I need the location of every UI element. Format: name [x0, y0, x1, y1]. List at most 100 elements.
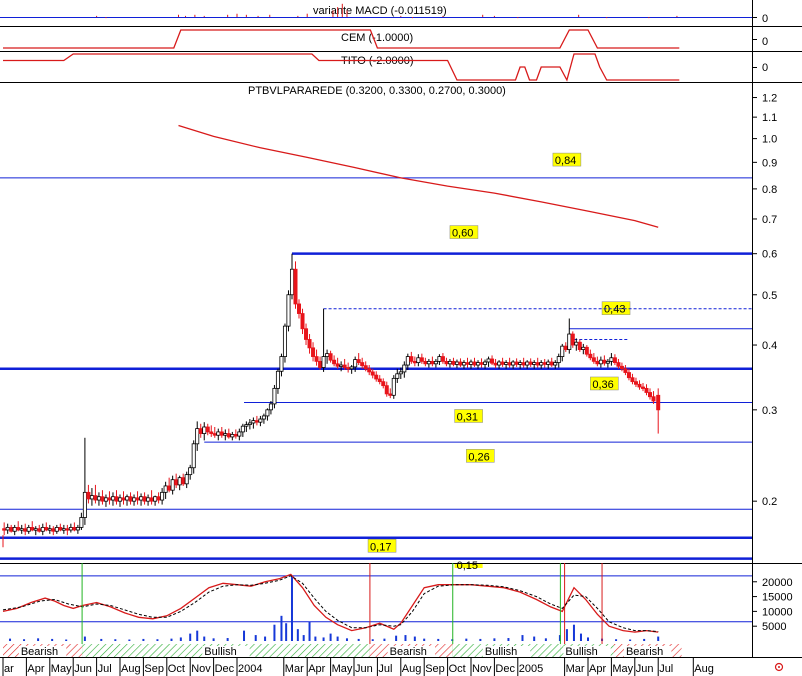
regime-label: Bullish [204, 646, 236, 658]
volume-bar [51, 638, 54, 641]
candle-body [577, 341, 582, 350]
x-tick-label: Aug [694, 663, 714, 675]
candle-body [640, 386, 645, 389]
candle-body [346, 367, 351, 370]
volume-bar [383, 638, 386, 641]
candle-body [328, 353, 333, 361]
price-ytick-label: 1.0 [762, 134, 777, 146]
candle-body [195, 428, 200, 445]
regime-label: Bullish [485, 646, 517, 658]
candle-body [419, 357, 424, 362]
candle-body [549, 361, 554, 366]
candle-body [289, 268, 294, 296]
candle-body [233, 434, 238, 437]
candle-body [5, 527, 10, 531]
x-tick-label: Oct [449, 663, 466, 675]
candle-body [118, 497, 123, 502]
volume-bar [629, 639, 632, 641]
candle-body [54, 527, 59, 532]
candle-body [297, 303, 302, 314]
candle-body [12, 527, 17, 532]
candle-body [648, 392, 653, 398]
candle-body [423, 360, 428, 365]
volume-bar [533, 636, 536, 641]
candle-body [465, 362, 470, 365]
x-tick-label: Sep [144, 663, 164, 675]
volume-bar [285, 623, 288, 641]
volume-bar [507, 638, 510, 641]
candle-body [391, 377, 396, 396]
candle-body [160, 491, 165, 501]
candle-body [461, 362, 466, 366]
candle-body [47, 528, 52, 531]
volume-bar [254, 635, 257, 641]
candle-body [318, 360, 323, 368]
candle-body [304, 328, 309, 340]
candle-body [205, 426, 210, 433]
candle-body [542, 362, 547, 365]
volume-bar [587, 637, 589, 641]
candle-body [595, 360, 600, 365]
candle-body [30, 527, 35, 531]
candle-body [584, 346, 589, 355]
volume-bar [142, 638, 145, 641]
candle-body [272, 387, 277, 405]
volume-bar [128, 639, 131, 641]
candle-body [630, 377, 635, 383]
candle-body [23, 528, 28, 532]
x-tick-label: Jun [355, 663, 373, 675]
candle-body [440, 356, 445, 362]
candle-body [644, 387, 649, 393]
x-tick-label: May [332, 663, 353, 675]
volume-bar [37, 638, 40, 641]
candle-body [244, 424, 249, 427]
x-tick-label: Apr [27, 663, 44, 675]
volume-bar [336, 636, 339, 641]
x-tick-label: Aug [121, 663, 141, 675]
volume-bar [657, 636, 660, 641]
price-ytick-label: 0.8 [762, 184, 777, 196]
candle-body [395, 373, 400, 379]
candle-body [300, 313, 305, 330]
chart-canvas: variante MACD (-0.011519) 0 CEM (-1.0000… [0, 0, 802, 676]
candle-body [500, 361, 505, 365]
candle-body [472, 361, 477, 366]
candle-body [535, 362, 540, 366]
candle-body [335, 363, 340, 367]
candle-body [226, 433, 231, 438]
candle-body [177, 477, 182, 486]
x-tick-label: Aug [402, 663, 422, 675]
candle-body [82, 491, 87, 518]
volume-ytick-label: 20000 [762, 577, 793, 589]
x-tick-label: Nov [472, 663, 492, 675]
x-tick-label: Mar [566, 663, 585, 675]
candle-body [247, 422, 252, 425]
candle-body [433, 360, 438, 365]
candle-body [381, 381, 386, 387]
candle-body [107, 497, 112, 501]
volume-bar [170, 638, 173, 641]
candle-body [447, 360, 452, 365]
candle-body [486, 358, 491, 363]
candle-body [325, 353, 330, 357]
candle-body [72, 527, 77, 531]
volume-bar [296, 629, 299, 641]
volume-bar [83, 636, 86, 641]
candle-body [546, 361, 551, 365]
candle-body [528, 361, 533, 365]
candle-body [553, 362, 558, 366]
candle-body [363, 365, 368, 370]
candle-body [321, 356, 326, 368]
volume-bar [156, 639, 159, 641]
level-label: 0,31 [457, 411, 478, 423]
candle-body [44, 527, 49, 531]
level-label: 0,43 [604, 304, 625, 316]
candle-body [476, 362, 481, 366]
x-tick-label: Apr [589, 663, 606, 675]
candle-body [490, 358, 495, 364]
volume-bar [264, 636, 267, 641]
candle-body [605, 360, 610, 364]
candle-body [409, 356, 414, 362]
candle-body [139, 496, 144, 501]
price-ytick-label: 0.6 [762, 249, 777, 261]
